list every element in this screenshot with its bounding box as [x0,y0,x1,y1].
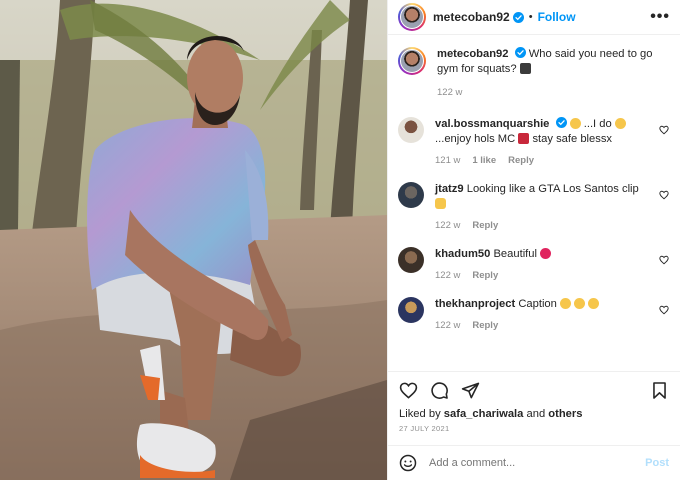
comment-time[interactable]: 122 w [435,318,460,333]
action-bar [388,372,680,408]
caption-row: metecoban92 Who said you need to go gym … [398,47,670,100]
author-avatar[interactable] [400,5,424,29]
post-sidebar: metecoban92 • Follow ••• metecoban92 Who… [387,0,680,480]
comments-list[interactable]: metecoban92 Who said you need to go gym … [388,36,680,370]
comment-text: Beautiful [493,248,537,260]
like-comment-heart-icon[interactable] [659,125,669,135]
commenter-avatar[interactable] [398,297,424,323]
liked-by-prefix: Liked by [399,408,441,420]
save-bookmark-icon[interactable] [650,381,669,400]
comment-text-part: ...I do [583,118,612,130]
commenter-username[interactable]: jtatz9 [435,183,464,195]
laughing-face-emoji-icon [574,298,586,309]
comment-bubble-icon[interactable] [430,381,449,400]
caption-time[interactable]: 122 w [437,85,462,100]
red-heart-emoji-icon [540,248,552,259]
post-actions-section: Liked by safa_chariwala and others 27 JU… [388,371,680,433]
comment-time[interactable]: 122 w [435,218,460,233]
comment-row: jtatz9 Looking like a GTA Los Santos cli… [398,182,670,233]
author-avatar-ring[interactable] [398,3,426,31]
post-viewer: metecoban92 • Follow ••• metecoban92 Who… [0,0,680,480]
header-separator: • [528,11,533,23]
man-running-emoji-icon [519,63,531,74]
comment-row: thekhanproject Caption 122 w Reply [398,297,670,333]
author-username[interactable]: metecoban92 [433,10,510,24]
liked-by-line: Liked by safa_chariwala and others [388,408,680,420]
commenter-avatar[interactable] [398,247,424,273]
comment-text: Caption [518,298,557,310]
liked-by-user[interactable]: safa_chariwala [444,408,524,420]
caption-username[interactable]: metecoban92 [437,48,509,60]
grimacing-face-emoji-icon [569,118,581,129]
comment-time[interactable]: 122 w [435,268,460,283]
laughing-face-emoji-icon [588,298,600,309]
verified-badge-icon [514,47,526,58]
reply-button[interactable]: Reply [472,268,498,283]
share-paper-plane-icon[interactable] [461,381,480,400]
comment-row: khadum50 Beautiful 122 w Reply [398,247,670,283]
comment-text-part: stay safe blessx [532,133,613,145]
like-comment-heart-icon[interactable] [659,305,669,315]
like-comment-heart-icon[interactable] [659,255,669,265]
add-comment-bar: Post [388,445,680,480]
comment-text-part: ...enjoy hols MC [435,133,516,145]
comment-time[interactable]: 121 w [435,153,460,168]
commenter-avatar[interactable] [398,182,424,208]
caption-avatar[interactable] [400,49,424,73]
commenter-avatar[interactable] [398,117,424,143]
verified-badge-icon [512,11,524,23]
commenter-username[interactable]: khadum50 [435,248,490,260]
comment-likes[interactable]: 1 like [472,153,496,168]
more-options-icon[interactable]: ••• [650,9,670,25]
reply-button[interactable]: Reply [508,153,534,168]
post-date[interactable]: 27 JULY 2021 [388,420,680,433]
commenter-username[interactable]: val.bossmanquarshie [435,118,549,130]
emoji-smiley-icon[interactable] [399,454,417,472]
verified-badge-icon [555,117,567,128]
liked-by-others[interactable]: others [548,408,582,420]
red-ribbon-emoji-icon [518,133,530,144]
post-comment-button[interactable]: Post [645,457,669,469]
post-photo[interactable] [0,0,387,480]
liked-by-and: and [526,408,546,420]
post-header: metecoban92 • Follow ••• [388,0,680,35]
like-heart-icon[interactable] [399,381,418,400]
reply-button[interactable]: Reply [472,218,498,233]
comment-text: Looking like a GTA Los Santos clip [466,183,639,195]
follow-button[interactable]: Follow [538,10,576,24]
photo-illustration [0,0,387,480]
like-comment-heart-icon[interactable] [659,190,669,200]
smirking-face-emoji-icon [614,118,626,129]
commenter-username[interactable]: thekhanproject [435,298,515,310]
raising-hands-emoji-icon [435,198,446,209]
laughing-face-emoji-icon [559,298,571,309]
caption-avatar-ring[interactable] [398,47,426,75]
reply-button[interactable]: Reply [472,318,498,333]
comment-row: val.bossmanquarshie ...I do ...enjoy hol… [398,117,670,168]
add-comment-input[interactable] [429,457,646,469]
